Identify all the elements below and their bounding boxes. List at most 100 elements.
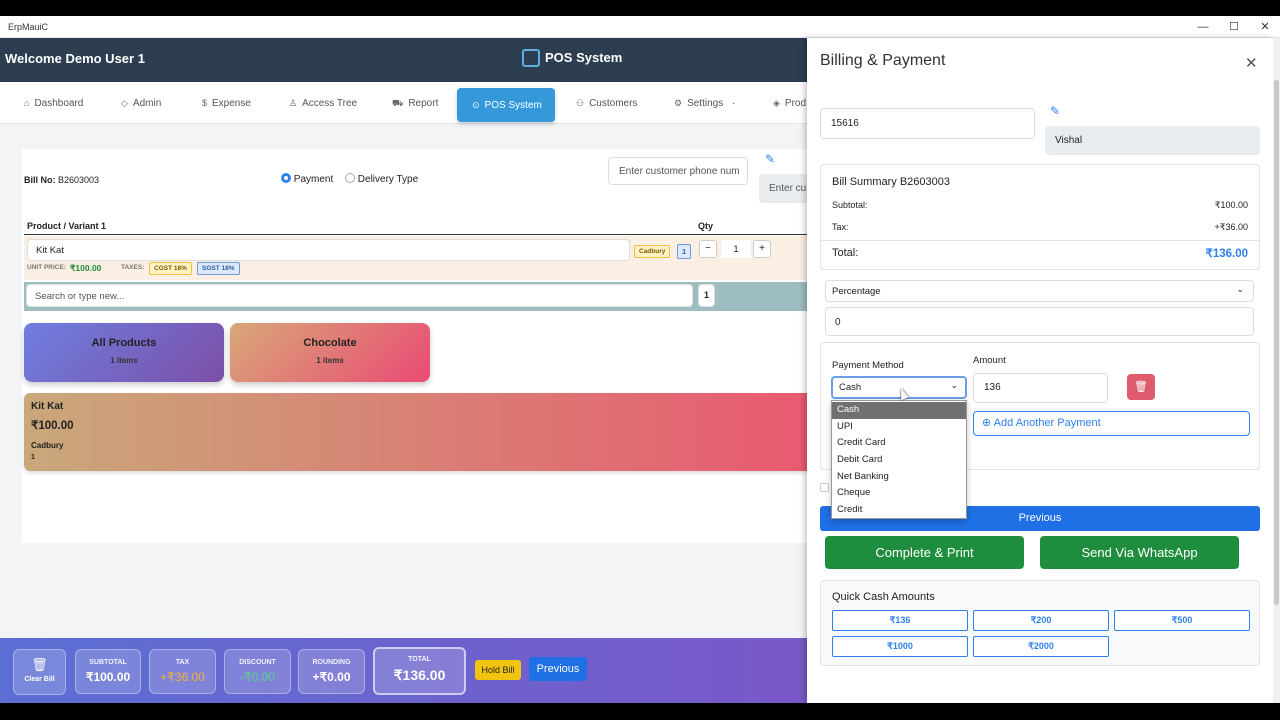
- category-all-products[interactable]: All Products 1 items: [24, 323, 224, 382]
- pos-logo-icon: [522, 49, 540, 67]
- qty-input[interactable]: 1: [721, 240, 751, 258]
- subtotal-box: SUBTOTAL ₹100.00: [75, 649, 141, 694]
- complete-print-button[interactable]: Complete & Print: [825, 536, 1024, 569]
- scrollbar-thumb[interactable]: [1274, 80, 1279, 605]
- dropdown-option-debit-card[interactable]: Debit Card: [832, 452, 966, 469]
- quick-cash-title: Quick Cash Amounts: [832, 591, 935, 603]
- nav-customers[interactable]: ⚇ Customers: [576, 92, 637, 114]
- payment-method-value: Cash: [839, 382, 862, 393]
- discount-type-value: Percentage: [832, 286, 881, 297]
- bill-footer: 🗑 Clear Bill SUBTOTAL ₹100.00 TAX +₹36.00 …: [0, 638, 807, 703]
- bill-summary-title: Bill Summary B2603003: [832, 176, 951, 188]
- billing-payment-drawer: Billing & Payment ✕ 15616 ✎ Vishal Bill …: [807, 38, 1273, 703]
- clear-bill-label: Clear Bill: [24, 676, 55, 683]
- drawer-close-icon[interactable]: ✕: [1245, 54, 1258, 72]
- product-card-kitkat[interactable]: Kit Kat ₹100.00 Cadbury 1: [24, 393, 808, 471]
- customer-phone-input[interactable]: Enter customer phone num: [608, 157, 748, 185]
- bill-number: Bill No: B2603003: [24, 175, 99, 185]
- amount-input[interactable]: 136: [973, 373, 1108, 403]
- dollar-icon: $: [202, 98, 208, 108]
- nav-label: Customers: [589, 98, 638, 109]
- customer-name-input[interactable]: Enter cu: [759, 174, 807, 203]
- window-title: ErpMauiC: [8, 22, 49, 32]
- quick-cash-2000[interactable]: ₹2000: [973, 636, 1109, 657]
- nav-label: Report: [408, 98, 439, 109]
- trash-icon: 🗑: [31, 657, 48, 672]
- dropdown-option-cheque[interactable]: Cheque: [832, 485, 966, 502]
- nav-admin[interactable]: ◇ Admin: [121, 92, 161, 114]
- search-qty-input[interactable]: 1: [698, 284, 715, 307]
- customer-id-input[interactable]: 15616: [820, 108, 1035, 139]
- footer-previous-button[interactable]: Previous: [529, 657, 587, 681]
- radio-label: Payment: [293, 174, 334, 185]
- subtotal-value: ₹100.00: [85, 670, 131, 684]
- trash-icon: 🗑: [1134, 381, 1148, 393]
- cart-item-name[interactable]: Kit Kat: [27, 239, 630, 261]
- nav-pos-system[interactable]: ⊙ POS System: [457, 88, 555, 122]
- app-title: POS System: [545, 50, 623, 65]
- edit-customer-icon[interactable]: ✎: [1050, 104, 1060, 118]
- product-price: ₹100.00: [31, 420, 74, 432]
- plus-circle-icon: ⊕: [982, 417, 992, 429]
- category-name: All Products: [91, 337, 157, 349]
- clear-bill-button[interactable]: 🗑 Clear Bill: [13, 649, 66, 695]
- whatsapp-button[interactable]: Send Via WhatsApp: [1040, 536, 1239, 569]
- discount-value-input[interactable]: 0: [825, 307, 1254, 336]
- dropdown-option-credit-card[interactable]: Credit Card: [832, 435, 966, 452]
- rounding-box: ROUNDING +₹0.00: [298, 649, 365, 694]
- dropdown-option-credit[interactable]: Credit: [832, 502, 966, 519]
- window-close-icon[interactable]: ✕: [1250, 19, 1280, 35]
- chevron-down-icon: ⌄: [1236, 284, 1244, 294]
- discount-type-select[interactable]: Percentage ⌄: [825, 280, 1254, 302]
- product-search-input[interactable]: Search or type new...: [26, 284, 693, 307]
- nav-dashboard[interactable]: ⌂ Dashboard: [24, 92, 83, 114]
- edit-pencil-icon[interactable]: ✎: [765, 152, 775, 166]
- variant-badge: 1: [677, 244, 691, 259]
- subtotal-label: Subtotal:: [832, 200, 868, 210]
- nav-products[interactable]: ◈ Prod: [773, 92, 806, 114]
- dropdown-option-cash[interactable]: Cash: [832, 402, 966, 419]
- nav-report[interactable]: ⛟ Report: [392, 92, 438, 114]
- discount-box: DISCOUNT -₹0.00: [224, 649, 291, 694]
- maximize-icon[interactable]: ☐: [1219, 19, 1249, 35]
- tag-icon: ◈: [773, 98, 780, 108]
- delete-payment-button[interactable]: 🗑: [1127, 374, 1155, 400]
- quick-cash-500[interactable]: ₹500: [1114, 610, 1250, 631]
- quick-cash-200[interactable]: ₹200: [973, 610, 1109, 631]
- dropdown-option-upi[interactable]: UPI: [832, 419, 966, 436]
- total-box: TOTAL ₹136.00: [373, 647, 466, 695]
- radio-delivery-type[interactable]: Delivery Type: [345, 173, 418, 185]
- chevron-down-icon: ·: [732, 98, 736, 109]
- nav-label: Admin: [132, 98, 162, 109]
- radio-payment[interactable]: Payment: [281, 173, 333, 185]
- admin-icon: ◇: [121, 98, 128, 108]
- product-stock: 1: [31, 454, 35, 461]
- minimize-icon[interactable]: —: [1188, 19, 1218, 35]
- category-chocolate[interactable]: Chocolate 1 items: [230, 323, 430, 382]
- users-icon: ⚇: [576, 98, 585, 108]
- nav-settings[interactable]: ⚙ Settings ·: [674, 92, 735, 114]
- nav-label: Prod: [784, 98, 807, 109]
- add-payment-label: Add Another Payment: [993, 417, 1101, 429]
- qty-increase-button[interactable]: +: [753, 240, 771, 258]
- dropdown-option-net-banking[interactable]: Net Banking: [832, 469, 966, 486]
- radio-label: Delivery Type: [357, 174, 419, 185]
- tax-value: +₹36.00: [160, 670, 205, 684]
- nav-expense[interactable]: $ Expense: [202, 92, 251, 114]
- total-label: TOTAL: [408, 656, 431, 663]
- hold-bill-button[interactable]: Hold Bill: [475, 660, 521, 680]
- truck-icon: ⛟: [392, 98, 404, 108]
- quick-cash-1000[interactable]: ₹1000: [832, 636, 968, 657]
- qty-decrease-button[interactable]: −: [699, 240, 717, 258]
- checkbox[interactable]: [820, 483, 829, 492]
- tax-label: Tax:: [832, 222, 849, 232]
- quick-cash-136[interactable]: ₹136: [832, 610, 968, 631]
- brand-badge: Cadbury: [634, 245, 671, 258]
- add-payment-button[interactable]: ⊕ Add Another Payment: [973, 411, 1250, 436]
- window-titlebar: ErpMauiC — ☐ ✕: [0, 16, 1280, 38]
- col-product-header: Product / Variant 1: [27, 221, 107, 231]
- nav-access-tree[interactable]: ♙ Access Tree: [289, 92, 357, 114]
- tax-badge-cgst: CGST 18%: [149, 262, 192, 275]
- rounding-value: +₹0.00: [312, 670, 351, 684]
- gear-icon: ⚙: [674, 98, 683, 108]
